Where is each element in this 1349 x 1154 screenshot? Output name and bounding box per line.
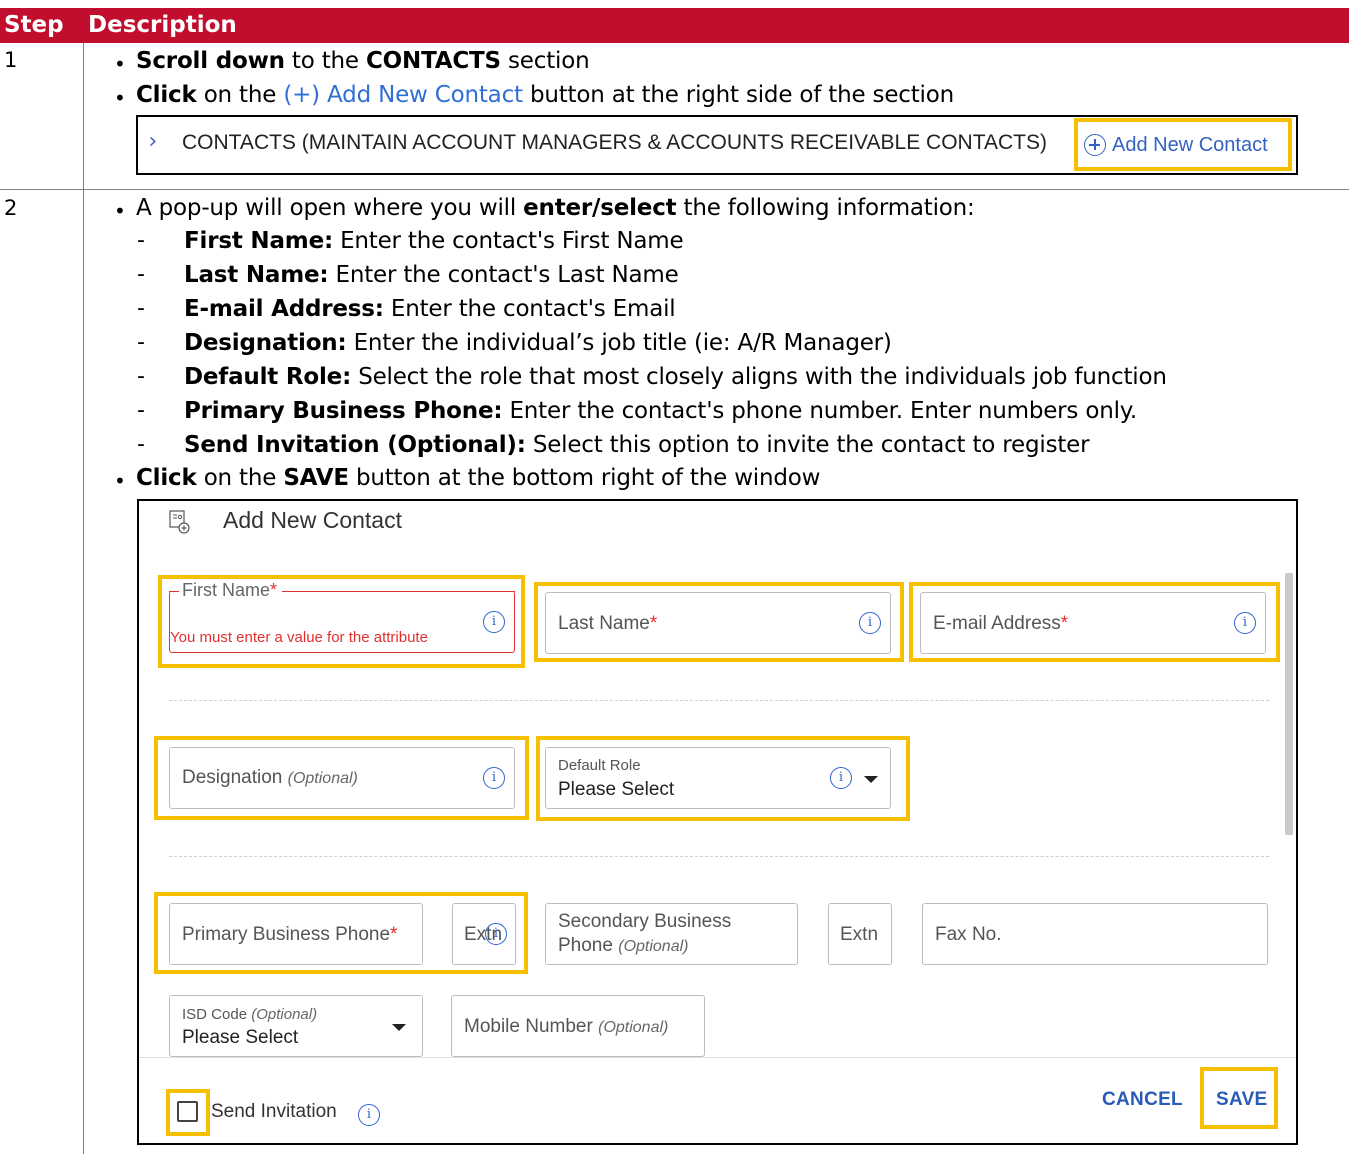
fax-field[interactable]: Fax No. (922, 903, 1268, 965)
highlight-box (154, 892, 528, 974)
dash: - (137, 432, 145, 457)
bullet: • (114, 86, 126, 110)
dash: - (137, 262, 145, 287)
highlight-box (158, 575, 525, 668)
field-desc-last-name: Last Name: Enter the contact's Last Name (184, 262, 679, 288)
cancel-button[interactable]: CANCEL (1102, 1089, 1183, 1111)
highlight-box (536, 736, 910, 821)
field-desc-send-invitation: Send Invitation (Optional): Select this … (184, 432, 1090, 458)
step1-line1: Scroll down to the CONTACTS section (136, 48, 590, 74)
highlight-box (154, 736, 529, 820)
add-new-contact-dialog: Add New Contact First Name* You must ent… (137, 499, 1298, 1145)
extn-label: Extn (840, 924, 879, 945)
isd-code-value: Please Select (182, 1027, 299, 1048)
header-description: Description (88, 12, 237, 38)
footer-separator (139, 1057, 1296, 1058)
secondary-phone-label-line2: Phone (Optional) (558, 935, 689, 956)
bullet: • (114, 52, 126, 76)
add-new-contact-link-text: (+) Add New Contact (283, 82, 523, 108)
mobile-number-label: Mobile Number (Optional) (464, 1016, 669, 1037)
isd-code-select[interactable]: ISD Code (Optional) Please Select (169, 995, 423, 1057)
mobile-number-field[interactable]: Mobile Number (Optional) (451, 995, 705, 1057)
row-divider (0, 189, 1349, 190)
secondary-phone-label-line1: Secondary Business (558, 911, 732, 932)
dash: - (137, 228, 145, 253)
highlight-box (909, 582, 1280, 662)
isd-code-label: ISD Code (Optional) (182, 1006, 318, 1023)
add-contact-icon (169, 510, 190, 534)
step-number-1: 1 (4, 48, 18, 72)
fax-label: Fax No. (935, 924, 1002, 945)
section-divider (169, 700, 1269, 701)
dialog-title: Add New Contact (223, 507, 402, 533)
table-header: Step Description (0, 8, 1349, 43)
scrollbar-thumb[interactable] (1285, 573, 1293, 835)
bullet: • (114, 469, 126, 493)
column-divider (83, 43, 84, 1154)
dash: - (137, 364, 145, 389)
info-icon[interactable]: i (358, 1104, 380, 1126)
section-divider (169, 856, 1269, 857)
highlight-box (534, 582, 904, 662)
field-desc-designation: Designation: Enter the individual’s job … (184, 330, 892, 356)
bullet: • (114, 199, 126, 223)
contacts-section-bar[interactable]: › CONTACTS (MAINTAIN ACCOUNT MANAGERS & … (136, 115, 1298, 175)
field-desc-primary-phone: Primary Business Phone: Enter the contac… (184, 398, 1138, 424)
step1-line2: Click on the (+) Add New Contact button … (136, 82, 954, 108)
highlight-box (1200, 1067, 1278, 1129)
highlight-box (166, 1089, 210, 1136)
step2-final: Click on the SAVE button at the bottom r… (136, 465, 821, 491)
contacts-section-title: CONTACTS (MAINTAIN ACCOUNT MANAGERS & AC… (182, 131, 1047, 154)
dash: - (137, 330, 145, 355)
caret-down-icon[interactable] (392, 1024, 406, 1031)
dash: - (137, 296, 145, 321)
chevron-right-icon[interactable]: › (146, 129, 159, 154)
field-desc-first-name: First Name: Enter the contact's First Na… (184, 228, 684, 254)
step-number-2: 2 (4, 196, 18, 220)
highlight-box (1074, 118, 1292, 171)
field-desc-email: E-mail Address: Enter the contact's Emai… (184, 296, 676, 322)
header-step: Step (4, 12, 64, 38)
secondary-phone-field[interactable]: Secondary Business Phone (Optional) (545, 903, 798, 965)
dash: - (137, 398, 145, 423)
send-invitation-label: Send Invitation (211, 1101, 337, 1122)
field-desc-default-role: Default Role: Select the role that most … (184, 364, 1167, 390)
step2-intro: A pop-up will open where you will enter/… (136, 195, 975, 221)
secondary-phone-extn-field[interactable]: Extn (828, 903, 892, 965)
